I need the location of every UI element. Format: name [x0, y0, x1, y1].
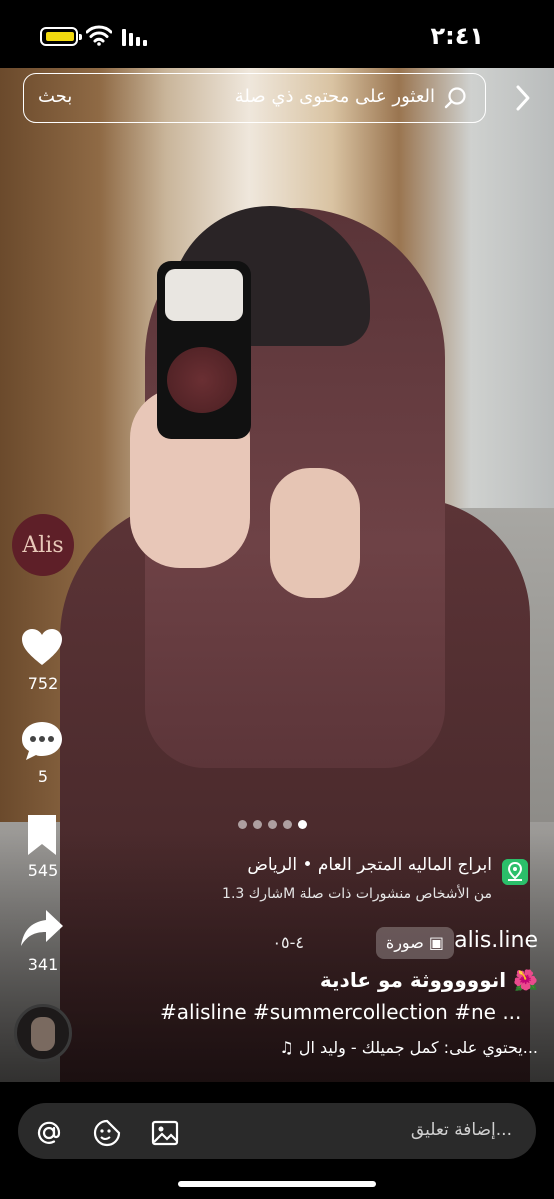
- heart-icon[interactable]: [20, 626, 64, 670]
- image-icon: ▣: [428, 933, 444, 952]
- shares-count: 341: [27, 955, 59, 974]
- sticker-icon[interactable]: [92, 1118, 122, 1148]
- comment-icon[interactable]: [20, 719, 64, 763]
- comment-placeholder: إضافة تعليق...: [410, 1120, 512, 1140]
- comment-input[interactable]: إضافة تعليق...: [18, 1103, 536, 1159]
- profile-logo-text: Alis: [22, 532, 64, 558]
- share-icon[interactable]: [20, 906, 64, 950]
- music-label[interactable]: ♫ يحتوي على: كمل جميلك - وليد ال...: [279, 1038, 538, 1057]
- location-title: ابراج الماليه المتجر العام • الرياض: [247, 855, 492, 875]
- post-hashtags[interactable]: #alisline #summercollection #ne ...: [160, 1000, 521, 1024]
- comments-count: 5: [37, 767, 49, 786]
- location-subtitle: شارك 1.3M من الأشخاص منشورات ذات صلة: [222, 886, 492, 902]
- music-disc[interactable]: [14, 1004, 72, 1062]
- home-indicator[interactable]: [178, 1181, 376, 1187]
- location-card[interactable]: ابراج الماليه المتجر العام • الرياض شارك…: [222, 853, 532, 915]
- saves-count: 545: [27, 861, 59, 880]
- signal-icon: [122, 29, 147, 46]
- search-button[interactable]: بحث: [38, 86, 72, 107]
- back-chevron-icon[interactable]: [514, 84, 532, 112]
- media-type-label: صورة: [385, 933, 424, 952]
- wifi-icon: [86, 25, 112, 46]
- mention-icon[interactable]: [34, 1118, 64, 1148]
- post-caption: انوووووثة مو عادية 🌺: [319, 968, 538, 992]
- carousel-indicator: [238, 814, 322, 829]
- clock: ٢:٤١: [430, 22, 484, 50]
- post-username[interactable]: alis.line: [454, 928, 538, 953]
- status-bar: ٢:٤١: [0, 0, 554, 68]
- media-type-badge: صورة ▣: [375, 927, 454, 959]
- image-picker-icon[interactable]: [150, 1118, 180, 1148]
- post-date: ٤-٠٥: [272, 933, 304, 952]
- bookmark-icon[interactable]: [20, 813, 64, 857]
- search-input[interactable]: العثور على محتوى ذي صلة: [235, 86, 435, 107]
- battery-icon: [40, 27, 82, 46]
- search-icon: [444, 87, 466, 109]
- profile-avatar[interactable]: Alis: [12, 514, 74, 576]
- search-bar[interactable]: بحث العثور على محتوى ذي صلة: [23, 73, 486, 123]
- location-pin-icon: [502, 859, 528, 885]
- likes-count: 752: [27, 674, 59, 693]
